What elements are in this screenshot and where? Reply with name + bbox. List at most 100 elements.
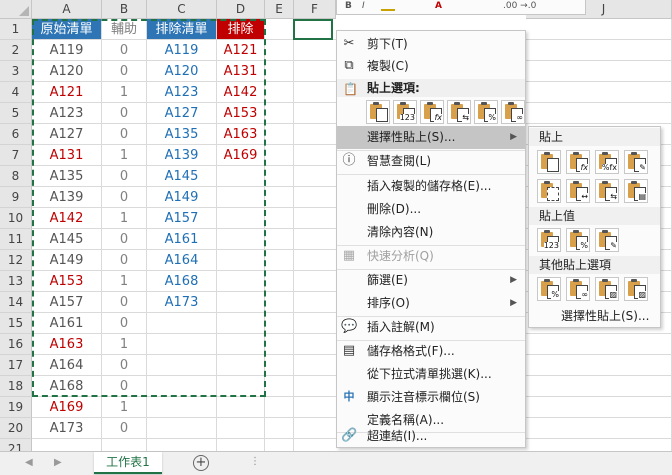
cell-b[interactable]: 1 bbox=[102, 145, 147, 166]
menu-hyperlink[interactable]: 🔗 超連結(I)... bbox=[337, 425, 525, 448]
cell-d[interactable] bbox=[217, 250, 265, 271]
cell-a[interactable]: A164 bbox=[32, 355, 102, 376]
cell-e[interactable] bbox=[265, 208, 294, 229]
cell-c[interactable]: A161 bbox=[147, 229, 217, 250]
cell-a[interactable]: A149 bbox=[32, 250, 102, 271]
cell-d[interactable] bbox=[217, 229, 265, 250]
row-header[interactable]: 12 bbox=[0, 250, 32, 271]
active-cell-f1[interactable] bbox=[293, 19, 333, 40]
menu-insert-comment[interactable]: 💬 插入註解(M) bbox=[337, 316, 525, 339]
cell-c[interactable] bbox=[147, 313, 217, 334]
column-header-f[interactable]: F bbox=[294, 0, 336, 19]
row-header[interactable]: 6 bbox=[0, 124, 32, 145]
cell-c[interactable]: A135 bbox=[147, 124, 217, 145]
italic-button[interactable]: I bbox=[362, 1, 365, 11]
row-header[interactable]: 2 bbox=[0, 40, 32, 61]
column-header-e[interactable]: E bbox=[265, 0, 294, 19]
cell-d[interactable] bbox=[217, 334, 265, 355]
cell-b[interactable]: 1 bbox=[102, 397, 147, 418]
cell-c[interactable]: A164 bbox=[147, 250, 217, 271]
cell-b[interactable]: 0 bbox=[102, 103, 147, 124]
column-header-d[interactable]: D bbox=[217, 0, 265, 19]
paste-link-icon[interactable]: ∞ bbox=[566, 277, 590, 301]
cell-d[interactable]: 排除 bbox=[217, 19, 265, 40]
cell-c[interactable] bbox=[147, 397, 217, 418]
paste-transpose-icon[interactable]: ⇆ bbox=[595, 179, 619, 203]
menu-phonetic[interactable]: 中 顯示注音標示欄位(S) bbox=[337, 386, 525, 409]
paste-picture-icon[interactable]: ▨ bbox=[595, 277, 619, 301]
row-header[interactable]: 15 bbox=[0, 313, 32, 334]
cell-c[interactable]: A157 bbox=[147, 208, 217, 229]
cell-d[interactable]: A142 bbox=[217, 82, 265, 103]
paste-icon[interactable] bbox=[537, 150, 561, 174]
row-header[interactable]: 10 bbox=[0, 208, 32, 229]
cell-a[interactable]: A145 bbox=[32, 229, 102, 250]
cell-a[interactable]: A173 bbox=[32, 418, 102, 439]
font-color-icon[interactable]: A bbox=[435, 1, 442, 11]
paste-formulas-number-format-icon[interactable]: %fx bbox=[595, 150, 619, 174]
cell-d[interactable] bbox=[217, 418, 265, 439]
cell-a[interactable]: A169 bbox=[32, 397, 102, 418]
menu-paste-special[interactable]: 選擇性貼上(S)... ▶ bbox=[337, 126, 525, 149]
row-header[interactable]: 5 bbox=[0, 103, 32, 124]
cell-b[interactable]: 0 bbox=[102, 229, 147, 250]
cell-c[interactable]: 排除清單 bbox=[147, 19, 217, 40]
cell-d[interactable] bbox=[217, 355, 265, 376]
row-header[interactable]: 4 bbox=[0, 82, 32, 103]
cell-d[interactable]: A169 bbox=[217, 145, 265, 166]
cell-a[interactable]: A142 bbox=[32, 208, 102, 229]
paste-formatting-icon[interactable]: % bbox=[474, 100, 498, 124]
cell-e[interactable] bbox=[265, 271, 294, 292]
cell-d[interactable]: A153 bbox=[217, 103, 265, 124]
cell-e[interactable] bbox=[265, 397, 294, 418]
cell-a[interactable]: A139 bbox=[32, 187, 102, 208]
paste-formatting-icon[interactable]: % bbox=[537, 277, 561, 301]
cell-a[interactable]: A168 bbox=[32, 376, 102, 397]
cell-c[interactable]: A139 bbox=[147, 145, 217, 166]
paste-keep-column-width-icon[interactable]: ↔ bbox=[566, 179, 590, 203]
paste-values-number-format-icon[interactable]: % bbox=[566, 228, 590, 252]
menu-insert-copied[interactable]: 插入複製的儲存格(E)... bbox=[337, 175, 525, 198]
cell-e[interactable] bbox=[265, 103, 294, 124]
cell-c[interactable]: A173 bbox=[147, 292, 217, 313]
bold-button[interactable]: B bbox=[345, 1, 352, 11]
paste-transpose-icon[interactable]: ⇆ bbox=[447, 100, 471, 124]
cell-a[interactable]: A161 bbox=[32, 313, 102, 334]
cell-a[interactable]: A157 bbox=[32, 292, 102, 313]
paste-formulas-icon[interactable]: fx bbox=[566, 150, 590, 174]
cell-a[interactable]: A127 bbox=[32, 124, 102, 145]
cell-b[interactable]: 1 bbox=[102, 208, 147, 229]
select-all-corner[interactable] bbox=[0, 0, 32, 19]
row-header[interactable]: 14 bbox=[0, 292, 32, 313]
cell-d[interactable] bbox=[217, 313, 265, 334]
cell-c[interactable] bbox=[147, 376, 217, 397]
paste-icon[interactable] bbox=[366, 100, 390, 124]
cell-e[interactable] bbox=[265, 313, 294, 334]
cell-e[interactable] bbox=[265, 334, 294, 355]
row-header[interactable]: 11 bbox=[0, 229, 32, 250]
cell-a[interactable]: A119 bbox=[32, 40, 102, 61]
cell-d[interactable] bbox=[217, 271, 265, 292]
cell-c[interactable]: A145 bbox=[147, 166, 217, 187]
cell-e[interactable] bbox=[265, 145, 294, 166]
cell-c[interactable]: A120 bbox=[147, 61, 217, 82]
paste-values-icon[interactable]: 123 bbox=[537, 228, 561, 252]
cell-e[interactable] bbox=[265, 229, 294, 250]
paste-linked-picture-icon[interactable]: ▨ bbox=[624, 277, 648, 301]
cell-c[interactable]: A149 bbox=[147, 187, 217, 208]
cell-c[interactable]: A127 bbox=[147, 103, 217, 124]
menu-clear[interactable]: 清除內容(N) bbox=[337, 221, 525, 244]
cell-d[interactable]: A131 bbox=[217, 61, 265, 82]
cell-c[interactable] bbox=[147, 418, 217, 439]
cell-d[interactable] bbox=[217, 187, 265, 208]
row-header[interactable]: 3 bbox=[0, 61, 32, 82]
paste-values-icon[interactable]: 123 bbox=[393, 100, 417, 124]
row-header[interactable]: 18 bbox=[0, 376, 32, 397]
align-icon[interactable] bbox=[381, 1, 395, 11]
paste-no-borders-icon[interactable] bbox=[537, 179, 561, 203]
cell-b[interactable]: 輔助 bbox=[102, 19, 147, 40]
cell-b[interactable]: 0 bbox=[102, 40, 147, 61]
cell-d[interactable] bbox=[217, 166, 265, 187]
cell-d[interactable] bbox=[217, 208, 265, 229]
cell-b[interactable]: 0 bbox=[102, 61, 147, 82]
